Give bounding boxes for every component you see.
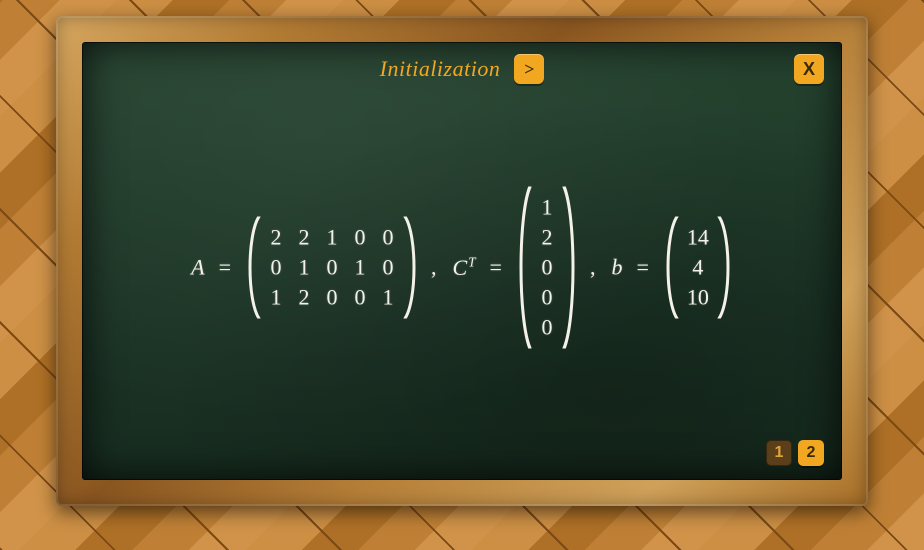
- page-1-button[interactable]: 1: [766, 440, 792, 466]
- left-paren-icon: [663, 216, 679, 318]
- equals-sign: =: [636, 254, 648, 280]
- matrix-a-label: A: [191, 254, 204, 280]
- matrix-cell: 0: [353, 224, 367, 250]
- matrix-cell: 1: [325, 224, 339, 250]
- vector-b-label: b: [611, 254, 622, 280]
- matrix-body: 1 2 0 0 0: [532, 186, 562, 348]
- left-paren-icon: [245, 216, 261, 318]
- separator-comma: ,: [590, 254, 596, 280]
- matrix-cell: 0: [540, 314, 554, 340]
- matrix-body: 221000101012001: [261, 216, 403, 318]
- equals-sign: =: [490, 254, 502, 280]
- left-paren-icon: [516, 186, 532, 348]
- matrix-cell: 0: [325, 254, 339, 280]
- vector-ct-base: C: [453, 255, 468, 280]
- matrix-cell: 2: [269, 224, 283, 250]
- matrix-cell: 2: [297, 284, 311, 310]
- matrix-cell: 0: [269, 254, 283, 280]
- matrix-cell: 1: [269, 284, 283, 310]
- page-2-button[interactable]: 2: [798, 440, 824, 466]
- matrix-cell: 0: [353, 284, 367, 310]
- matrix-body: 14 4 10: [679, 216, 717, 318]
- transpose-superscript: T: [468, 254, 475, 269]
- matrix-cell: 4: [687, 254, 709, 280]
- vector-b: 14 4 10: [663, 216, 733, 318]
- matrix-cell: 1: [297, 254, 311, 280]
- matrix-cell: 0: [381, 224, 395, 250]
- equation-row: A = 221000101012001 , CT = 12000 , b = 1…: [82, 186, 842, 348]
- matrix-cell: 10: [687, 284, 709, 310]
- pager: 12: [766, 440, 824, 466]
- vector-ct: 1 2 0 0 0: [516, 186, 578, 348]
- matrix-cell: 2: [540, 224, 554, 250]
- separator-comma: ,: [431, 254, 437, 280]
- next-button[interactable]: >: [514, 54, 544, 84]
- equals-sign: =: [219, 254, 231, 280]
- matrix-cell: 0: [381, 254, 395, 280]
- matrix-a: 221000101012001: [245, 216, 419, 318]
- matrix-cell: 0: [540, 284, 554, 310]
- step-title: Initialization: [380, 56, 501, 82]
- matrix-cell: 1: [540, 194, 554, 220]
- matrix-cell: 2: [297, 224, 311, 250]
- chalkboard-frame: Initialization > X A = 221000101012001 ,…: [56, 16, 868, 506]
- matrix-cell: 0: [325, 284, 339, 310]
- matrix-cell: 0: [540, 254, 554, 280]
- matrix-cell: 14: [687, 224, 709, 250]
- close-button[interactable]: X: [794, 54, 824, 84]
- chalkboard: Initialization > X A = 221000101012001 ,…: [82, 42, 842, 480]
- vector-ct-label: CT: [453, 254, 476, 280]
- right-paren-icon: [403, 216, 419, 318]
- title-bar: Initialization >: [82, 54, 842, 84]
- right-paren-icon: [562, 186, 578, 348]
- matrix-cell: 1: [381, 284, 395, 310]
- matrix-cell: 1: [353, 254, 367, 280]
- right-paren-icon: [717, 216, 733, 318]
